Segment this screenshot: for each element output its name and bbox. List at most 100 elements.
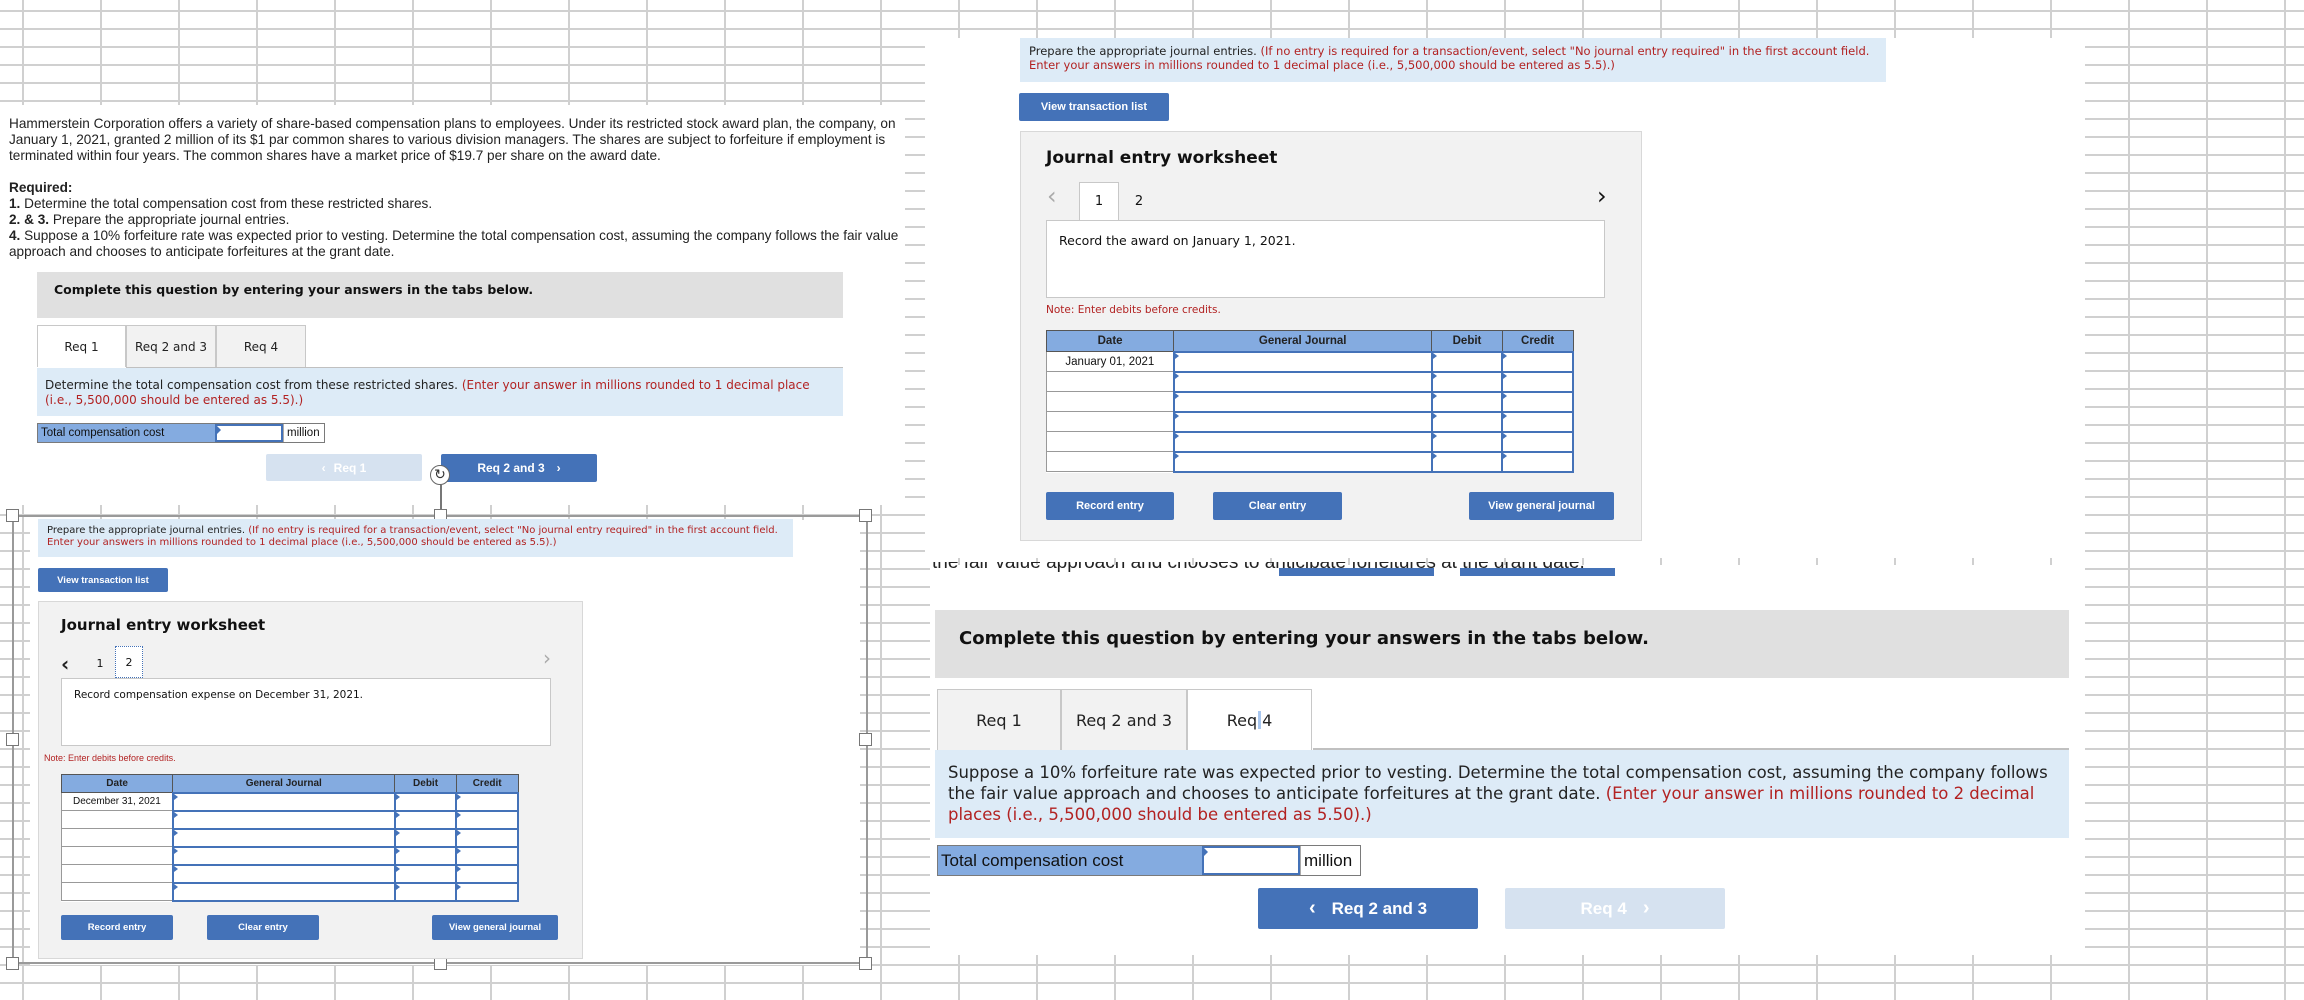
tab-label: Req 4 [243, 339, 279, 354]
debits-note: Note: Enter debits before credits. [1046, 304, 1221, 316]
debit-input[interactable] [393, 791, 458, 812]
date-cell: January 01, 2021 [1045, 351, 1175, 372]
account-input[interactable] [1172, 430, 1433, 453]
debit-input[interactable] [1430, 410, 1504, 433]
worksheet-title: Journal entry worksheet [61, 616, 266, 634]
date-cell [60, 828, 174, 847]
credit-input[interactable] [1501, 410, 1574, 433]
credit-input[interactable] [455, 809, 519, 830]
credit-input[interactable] [1501, 450, 1574, 473]
debit-input[interactable] [1430, 370, 1504, 393]
record-entry-button[interactable]: Record entry [1046, 492, 1174, 520]
debit-input[interactable] [393, 809, 458, 830]
page-number: 2 [1134, 193, 1144, 209]
account-input[interactable] [1172, 370, 1433, 393]
date-cell [60, 810, 174, 829]
debit-input[interactable] [393, 827, 458, 848]
account-input[interactable] [171, 863, 396, 884]
complete-instructions-bar: Complete this question by entering your … [935, 610, 2069, 678]
credit-input[interactable] [1501, 390, 1574, 413]
requirement-number: 2. & 3. [9, 212, 50, 227]
button-label: Req 1 [333, 460, 367, 475]
credit-input[interactable] [455, 827, 519, 848]
date-cell [60, 882, 174, 901]
prev-req-button[interactable]: ‹ Req 2 and 3 [1258, 888, 1478, 929]
clear-entry-button[interactable]: Clear entry [1213, 492, 1342, 520]
credit-input[interactable] [1501, 350, 1574, 373]
view-general-journal-button[interactable]: View general journal [1469, 492, 1614, 520]
resize-handle-br[interactable] [859, 957, 872, 970]
tab-req-2-and-3[interactable]: Req 2 and 3 [126, 325, 216, 367]
credit-input[interactable] [1501, 370, 1574, 393]
credit-input[interactable] [1501, 430, 1574, 453]
account-input[interactable] [171, 881, 396, 902]
requirement-number: 1. [9, 196, 21, 211]
chevron-left-icon: ‹ [1308, 897, 1316, 919]
page-number: 2 [125, 655, 133, 669]
journal-header-row: Date General Journal Debit Credit [1045, 330, 1574, 352]
resize-handle-tl[interactable] [6, 509, 19, 522]
entry-description: Record the award on January 1, 2021. [1046, 220, 1605, 298]
journal-table: Date General Journal Debit Credit Januar… [1045, 330, 1574, 473]
debit-input[interactable] [1430, 350, 1504, 373]
chevron-left-icon[interactable]: ‹ [1047, 182, 1057, 210]
resize-handle-mr[interactable] [859, 733, 872, 746]
total-compensation-input[interactable] [1202, 846, 1300, 875]
tab-req-1[interactable]: Req 1 [937, 689, 1061, 750]
worksheet-page-2[interactable]: 2 [1119, 182, 1159, 220]
resize-handle-tr[interactable] [859, 509, 872, 522]
account-input[interactable] [171, 845, 396, 866]
debit-input[interactable] [1430, 430, 1504, 453]
debit-input[interactable] [393, 863, 458, 884]
debit-input[interactable] [1430, 450, 1504, 473]
answer-label-text: Total compensation cost [941, 850, 1124, 870]
debit-input[interactable] [1430, 390, 1504, 413]
view-transaction-list-button[interactable]: View transaction list [1019, 93, 1169, 121]
record-entry-button[interactable]: Record entry [61, 915, 173, 940]
view-transaction-list-button[interactable]: View transaction list [38, 568, 168, 592]
tab-req-4[interactable]: Req 4 [216, 325, 306, 367]
account-input[interactable] [1172, 390, 1433, 413]
account-input[interactable] [1172, 410, 1433, 433]
resize-handle-bl[interactable] [6, 957, 19, 970]
tab-req-4[interactable]: Req 4 [1187, 689, 1312, 750]
view-general-journal-button[interactable]: View general journal [432, 915, 558, 940]
journal-row: January 01, 2021 [1045, 350, 1574, 373]
date-cell: December 31, 2021 [60, 792, 174, 811]
chevron-left-icon[interactable]: ‹ [61, 650, 85, 678]
tab-req-1[interactable]: Req 1 [37, 325, 126, 367]
unit-text: million [1304, 850, 1353, 870]
button-label: Record entry [1076, 500, 1144, 512]
account-input[interactable] [1172, 350, 1433, 373]
worksheet-page-1[interactable]: 1 [85, 648, 115, 678]
credit-input[interactable] [455, 845, 519, 866]
total-compensation-input[interactable] [215, 424, 283, 442]
col-credit: Credit [455, 774, 519, 793]
chevron-right-icon[interactable]: › [543, 646, 551, 670]
debit-input[interactable] [393, 845, 458, 866]
prev-req-button: ‹ Req 1 [266, 454, 422, 481]
req4-instructions: Suppose a 10% forfeiture rate was expect… [935, 750, 2069, 838]
credit-input[interactable] [455, 791, 519, 812]
next-req-button[interactable]: Req 2 and 3 › [441, 454, 597, 482]
worksheet-page-1[interactable]: 1 [1079, 182, 1119, 220]
refresh-icon[interactable]: ↻ [430, 465, 450, 485]
total-compensation-row: Total compensation cost million [937, 845, 1361, 876]
account-input[interactable] [1172, 450, 1433, 473]
resize-handle-ml[interactable] [6, 733, 19, 746]
description-text: Record compensation expense on December … [74, 689, 364, 701]
account-input[interactable] [171, 827, 396, 848]
complete-instructions-bar: Complete this question by entering your … [37, 272, 843, 318]
credit-input[interactable] [455, 863, 519, 884]
worksheet-page-2[interactable]: 2 [115, 646, 143, 678]
requirement-2-3: 2. & 3. Prepare the appropriate journal … [9, 212, 909, 228]
credit-input[interactable] [455, 881, 519, 902]
tab-req-2-and-3[interactable]: Req 2 and 3 [1061, 689, 1187, 750]
col-date: Date [1045, 330, 1175, 352]
chevron-right-icon[interactable]: › [1597, 182, 1607, 210]
clear-entry-button[interactable]: Clear entry [207, 915, 319, 940]
journal-row [60, 881, 519, 902]
account-input[interactable] [171, 791, 396, 812]
account-input[interactable] [171, 809, 396, 830]
debit-input[interactable] [393, 881, 458, 902]
